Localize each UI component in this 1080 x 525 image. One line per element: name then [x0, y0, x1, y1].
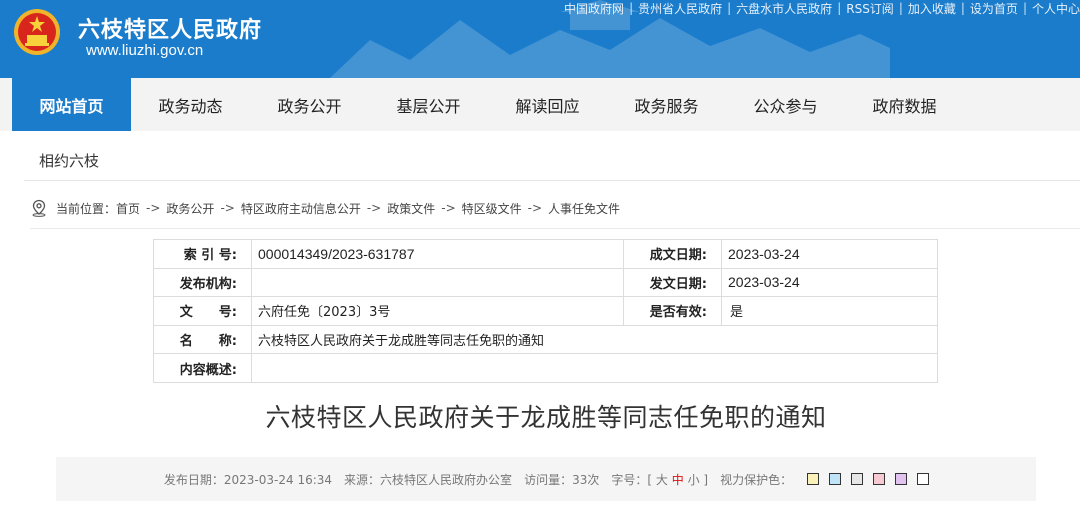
- doc-number-label: 文 号:: [153, 296, 252, 326]
- top-link-guizhou[interactable]: 贵州省人民政府: [638, 0, 722, 17]
- nav-item-services[interactable]: 政务服务: [607, 78, 726, 131]
- publisher-label: 发布机构:: [153, 267, 252, 298]
- nav-item-news[interactable]: 政务动态: [131, 78, 250, 131]
- breadcrumb-district-docs[interactable]: 特区级文件: [462, 200, 522, 217]
- table-row: 发布机构: 发文日期: 2023-03-24: [153, 267, 938, 298]
- breadcrumb-arrow: ->: [220, 201, 235, 215]
- separator: |: [1022, 1, 1027, 15]
- breadcrumb-home[interactable]: 首页: [116, 200, 140, 217]
- font-size-small-button[interactable]: 小: [688, 473, 700, 487]
- eye-care-color-picker: 视力保护色：: [720, 471, 792, 488]
- publish-date-value: 2023-03-24 16:34: [223, 472, 333, 487]
- nav-item-home[interactable]: 网站首页: [12, 78, 131, 131]
- summary-value: [251, 353, 938, 383]
- font-size-control: 字号：[ 大 中 小 ]: [611, 471, 708, 488]
- font-size-bracket-open: [: [647, 472, 653, 487]
- separator: |: [727, 1, 732, 15]
- breadcrumb-personnel-docs[interactable]: 人事任免文件: [548, 200, 620, 217]
- font-size-label: 字号：: [611, 472, 648, 487]
- main-nav: 网站首页 政务动态 政务公开 基层公开 解读回应 政务服务 公众参与 政府数据: [0, 78, 1080, 131]
- breadcrumb-policy-docs[interactable]: 政策文件: [387, 200, 435, 217]
- separator: |: [960, 1, 965, 15]
- issued-date-label: 发文日期:: [623, 267, 722, 298]
- font-size-large-button[interactable]: 大: [656, 473, 668, 487]
- color-swatch-yellow[interactable]: [807, 473, 820, 485]
- color-swatch-white[interactable]: [917, 473, 930, 485]
- site-header: 六枝特区人民政府 www.liuzhi.gov.cn 中国政府网 | 贵州省人民…: [0, 0, 1080, 78]
- publisher-value: [251, 267, 624, 298]
- publish-date: 发布日期：2023-03-24 16:34: [164, 471, 332, 488]
- divider: [30, 228, 1080, 229]
- name-value: 六枝特区人民政府关于龙成胜等同志任免职的通知: [251, 324, 938, 355]
- font-size-medium-button[interactable]: 中: [672, 473, 684, 487]
- created-date-label: 成文日期:: [623, 239, 722, 269]
- issued-date-value: 2023-03-24: [721, 267, 938, 298]
- top-link-favorite[interactable]: 加入收藏: [908, 0, 956, 17]
- table-row: 索 引 号: 000014349/2023-631787 成文日期: 2023-…: [153, 239, 938, 269]
- table-row: 内容概述:: [153, 353, 938, 383]
- validity-label: 是否有效:: [623, 296, 722, 326]
- breadcrumb-arrow: ->: [366, 201, 382, 215]
- validity-value: 是: [721, 296, 938, 326]
- breadcrumb-arrow: ->: [527, 201, 543, 215]
- breadcrumb-open-gov[interactable]: 政务公开: [166, 200, 214, 217]
- article-meta-bar: 发布日期：2023-03-24 16:34 来源：六枝特区人民政府办公室 访问量…: [56, 457, 1036, 501]
- top-link-rss[interactable]: RSS订阅: [846, 0, 894, 17]
- nav-item-data[interactable]: 政府数据: [845, 78, 964, 131]
- source-value: 六枝特区人民政府办公室: [380, 472, 513, 487]
- breadcrumb-arrow: ->: [441, 201, 456, 215]
- doc-number-value: 六府任免〔2023〕3号: [251, 296, 624, 326]
- divider: [24, 180, 1080, 181]
- breadcrumb-proactive-disclosure[interactable]: 特区政府主动信息公开: [241, 200, 361, 217]
- eye-care-label: 视力保护色：: [720, 472, 793, 487]
- name-label: 名 称:: [153, 324, 252, 355]
- publish-date-label: 发布日期：: [163, 472, 224, 487]
- document-info-table: 索 引 号: 000014349/2023-631787 成文日期: 2023-…: [153, 239, 938, 383]
- font-size-bracket-close: ]: [703, 472, 709, 487]
- site-url: www.liuzhi.gov.cn: [86, 42, 204, 59]
- top-link-gov-cn[interactable]: 中国政府网: [564, 0, 624, 17]
- breadcrumb-arrow: ->: [146, 201, 161, 215]
- nav-item-open-gov[interactable]: 政务公开: [250, 78, 369, 131]
- top-link-liupanshui[interactable]: 六盘水市人民政府: [736, 0, 832, 17]
- index-label: 索 引 号:: [153, 239, 252, 269]
- site-name[interactable]: 六枝特区人民政府: [78, 12, 262, 44]
- separator: |: [898, 1, 903, 15]
- source: 来源：六枝特区人民政府办公室: [344, 471, 512, 488]
- nav-item-grassroots[interactable]: 基层公开: [369, 78, 488, 131]
- view-count-value: 33次: [572, 472, 600, 487]
- color-swatch-purple[interactable]: [895, 473, 908, 485]
- breadcrumb-prefix: 当前位置：: [56, 201, 117, 216]
- nav-item-participation[interactable]: 公众参与: [726, 78, 845, 131]
- article-title: 六枝特区人民政府关于龙成胜等同志任免职的通知: [265, 403, 827, 432]
- view-count: 访问量：33次: [524, 471, 599, 488]
- separator: |: [629, 1, 634, 15]
- nav-item-interpretation[interactable]: 解读回应: [488, 78, 607, 131]
- color-swatches: [802, 473, 934, 485]
- created-date-value: 2023-03-24: [721, 239, 938, 269]
- top-links: 中国政府网 | 贵州省人民政府 | 六盘水市人民政府 | RSS订阅 | 加入收…: [564, 0, 1080, 16]
- color-swatch-gray[interactable]: [851, 473, 864, 485]
- view-count-label: 访问量：: [524, 472, 573, 487]
- summary-label: 内容概述:: [153, 353, 252, 383]
- table-row: 名 称: 六枝特区人民政府关于龙成胜等同志任免职的通知: [153, 324, 938, 355]
- section-title[interactable]: 相约六枝: [39, 150, 99, 171]
- index-value: 000014349/2023-631787: [251, 239, 624, 269]
- national-emblem-icon: [14, 9, 60, 55]
- color-swatch-pink[interactable]: [873, 473, 886, 485]
- source-label: 来源：: [344, 472, 381, 487]
- breadcrumb: 当前位置： 首页 -> 政务公开 -> 特区政府主动信息公开 -> 政策文件 -…: [30, 198, 620, 218]
- top-link-homepage[interactable]: 设为首页: [970, 0, 1018, 17]
- color-swatch-blue[interactable]: [829, 473, 842, 485]
- table-row: 文 号: 六府任免〔2023〕3号 是否有效: 是: [153, 296, 938, 326]
- location-pin-icon: [32, 199, 46, 217]
- top-link-user-center[interactable]: 个人中心: [1032, 0, 1080, 17]
- separator: |: [837, 1, 842, 15]
